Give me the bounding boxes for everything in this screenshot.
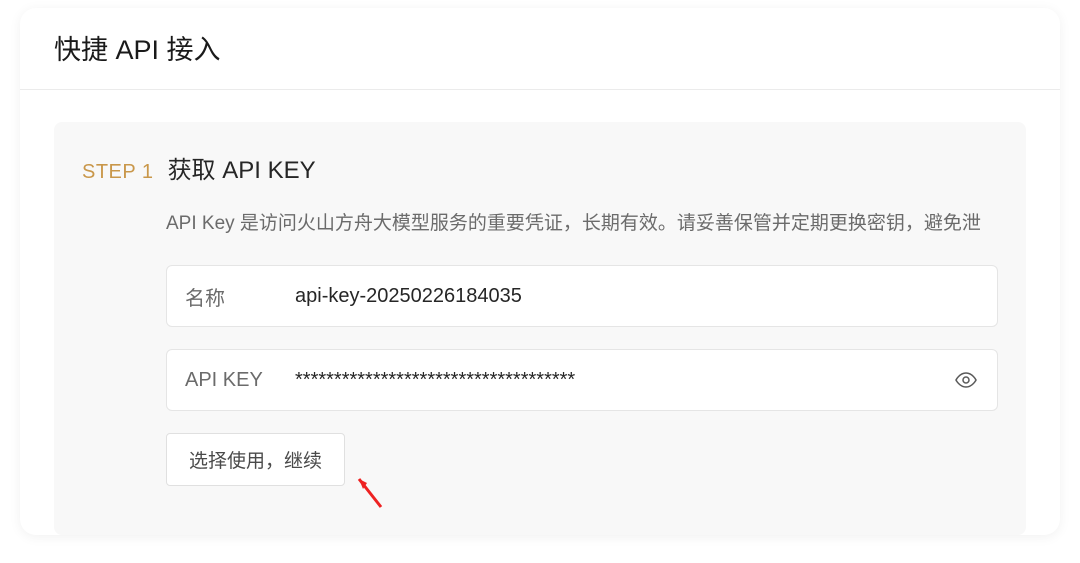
step1-section: STEP 1 获取 API KEY API Key 是访问火山方舟大模型服务的重… — [54, 122, 1026, 535]
name-field-row: 名称 — [166, 265, 998, 327]
step-number-label: STEP 1 — [82, 161, 154, 184]
name-field-label: 名称 — [185, 282, 295, 311]
apikey-input[interactable] — [295, 369, 953, 392]
button-row: 选择使用，继续 — [166, 433, 998, 511]
toggle-visibility-icon[interactable] — [953, 367, 979, 393]
step1-header: STEP 1 获取 API KEY — [82, 150, 998, 185]
step-title: 获取 API KEY — [168, 150, 316, 185]
continue-button[interactable]: 选择使用，继续 — [166, 433, 345, 486]
api-access-card: 快捷 API 接入 STEP 1 获取 API KEY API Key 是访问火… — [20, 8, 1060, 535]
step1-form: 名称 API KEY 选择使用，继续 — [166, 265, 998, 511]
annotation-arrow-icon — [351, 473, 391, 511]
apikey-field-label: API KEY — [185, 369, 295, 392]
name-input[interactable] — [295, 285, 979, 308]
page-title: 快捷 API 接入 — [20, 8, 1060, 90]
apikey-field-row: API KEY — [166, 349, 998, 411]
step-description: API Key 是访问火山方舟大模型服务的重要凭证，长期有效。请妥善保管并定期更… — [166, 209, 998, 239]
